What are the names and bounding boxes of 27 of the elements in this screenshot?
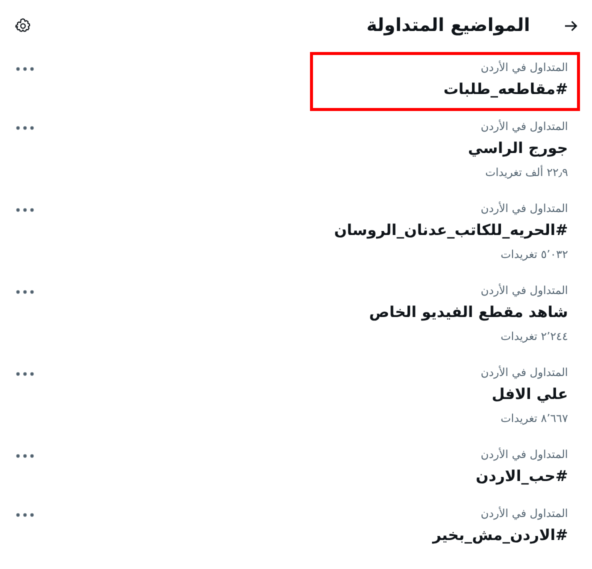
more-icon[interactable] xyxy=(16,67,34,71)
tweet-count: ٢٢٫٩ ألف تغريدات xyxy=(484,164,568,181)
trend-topic[interactable]: جورج الراسي xyxy=(317,135,568,161)
settings-icon[interactable] xyxy=(14,17,32,35)
tweet-count: ٥٬٠٣٢ تغريدات xyxy=(500,247,568,263)
trend-context: المتداول في الأردن xyxy=(480,200,568,217)
trend-context: المتداول في الأردن xyxy=(480,506,568,522)
more-icon[interactable] xyxy=(16,126,34,130)
trend-context: المتداول في الأردن xyxy=(480,364,568,381)
trend-topic[interactable]: #الحريه_للكاتب_عدنان_الروسان xyxy=(317,217,568,243)
more-icon[interactable] xyxy=(16,454,34,458)
trend-context: المتداول في الأردن xyxy=(480,60,568,76)
tweet-count: ٢٬٢٤٤ تغريدات xyxy=(500,329,568,345)
page-title: المواضيع المتداولة xyxy=(366,14,530,38)
tweet-count: ٨٬٦٦٧ تغريدات xyxy=(500,411,568,427)
trend-topic[interactable]: #مقاطعه_طلبات xyxy=(317,76,568,102)
trend-context: المتداول في الأردن xyxy=(480,282,568,299)
trend-context: المتداول في الأردن xyxy=(480,446,568,463)
trend-topic[interactable]: علي الافل xyxy=(317,381,568,407)
trend-topic[interactable]: #حب_الاردن xyxy=(317,463,568,489)
trend-topic[interactable]: #الاردن_مش_بخير xyxy=(317,522,568,548)
more-icon[interactable] xyxy=(16,513,34,517)
more-icon[interactable] xyxy=(16,372,34,376)
trend-topic[interactable]: شاهد مقطع الفيديو الخاص xyxy=(317,299,568,325)
trend-context: المتداول في الأردن xyxy=(480,118,568,135)
more-icon[interactable] xyxy=(16,290,34,294)
more-icon[interactable] xyxy=(16,208,34,212)
